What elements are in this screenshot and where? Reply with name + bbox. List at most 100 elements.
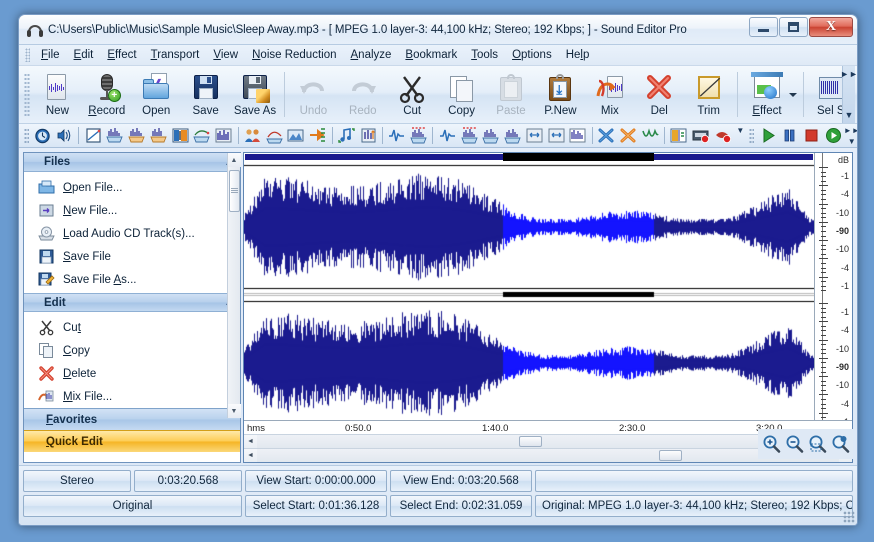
fit-sel-button-2[interactable] xyxy=(546,126,566,146)
toolbar-effect-button[interactable]: Effect xyxy=(742,66,791,123)
pitch-button[interactable] xyxy=(358,126,378,146)
menu-noise-reduction[interactable]: Noise Reduction xyxy=(245,47,343,63)
menu-analyze[interactable]: Analyze xyxy=(344,47,399,63)
hscroll-thumb-1[interactable] xyxy=(518,436,542,447)
envelope-button[interactable] xyxy=(192,126,212,146)
play-circle-button[interactable] xyxy=(823,126,843,146)
sidebar-item-load-cd[interactable]: Load Audio CD Track(s)... xyxy=(24,222,240,245)
menu-effect[interactable]: Effect xyxy=(100,47,143,63)
menu-transport[interactable]: Transport xyxy=(144,47,207,63)
toolbar-trim-button[interactable]: Trim xyxy=(684,66,733,123)
sidebar-item-save-file[interactable]: Save File xyxy=(24,245,240,268)
lips-stop-button[interactable] xyxy=(712,126,732,146)
menu-edit[interactable]: Edit xyxy=(67,47,101,63)
toolbar-record-button[interactable]: + Record xyxy=(82,66,131,123)
graph-button[interactable] xyxy=(83,126,103,146)
sidebar-item-delete[interactable]: Delete xyxy=(24,362,240,385)
panel-header-files[interactable]: Files ▲ xyxy=(24,153,240,172)
menu-options[interactable]: Options xyxy=(505,47,559,63)
spectrum-button[interactable] xyxy=(214,126,234,146)
split-button[interactable] xyxy=(669,126,689,146)
menu-tools[interactable]: Tools xyxy=(464,47,505,63)
wave-green-button[interactable] xyxy=(640,126,660,146)
cassette-stop-button[interactable] xyxy=(691,126,711,146)
hscroll-thumb-2[interactable] xyxy=(658,450,682,461)
secondary-toolbar-grip[interactable] xyxy=(24,127,29,144)
stats-button-3[interactable] xyxy=(503,126,523,146)
toolbar-new-button[interactable]: New xyxy=(33,66,82,123)
toolbar-paste-button[interactable]: Paste xyxy=(486,66,535,123)
fit-sel-button-1[interactable] xyxy=(524,126,544,146)
toolbar-overflow-button[interactable]: ►► ▼ xyxy=(840,66,857,123)
convert-button[interactable] xyxy=(308,126,328,146)
toolbar-del-button[interactable]: Del xyxy=(635,66,684,123)
resize-grip-icon[interactable] xyxy=(843,511,855,523)
menu-grip[interactable] xyxy=(25,48,30,62)
menu-view[interactable]: View xyxy=(206,47,245,63)
zoom-full-button[interactable] xyxy=(830,434,851,455)
zoom-out-button[interactable] xyxy=(784,434,805,455)
toolbar-redo-button[interactable]: Redo xyxy=(338,66,387,123)
stats-red-button[interactable] xyxy=(459,126,479,146)
sidebar-item-cut[interactable]: Cut xyxy=(24,316,240,339)
scroll-left-arrow-icon-2[interactable]: ◄ xyxy=(244,449,257,462)
toolbar-copy-button[interactable]: Copy xyxy=(437,66,486,123)
stats-button-2[interactable] xyxy=(481,126,501,146)
stats-button-1[interactable] xyxy=(409,126,429,146)
close-button[interactable]: X xyxy=(809,17,853,37)
users-button[interactable] xyxy=(242,126,262,146)
save-wave-button[interactable] xyxy=(127,126,147,146)
toolbar-save-as-button[interactable]: Save As xyxy=(230,66,279,123)
toolbar-cut-button[interactable]: Cut xyxy=(387,66,436,123)
picture-button[interactable] xyxy=(286,126,306,146)
menu-file[interactable]: File xyxy=(34,47,67,63)
tools-blue-button[interactable] xyxy=(597,126,617,146)
toolbar-mix-button[interactable]: Mix xyxy=(585,66,634,123)
sidebar-item-open-file[interactable]: Open File... xyxy=(24,176,240,199)
sidebar-bar-quick-edit[interactable]: Quick Edit xyxy=(24,430,240,452)
sidebar-scrollbar[interactable]: ▲ ▼ xyxy=(227,153,241,418)
hscroll-track-2[interactable] xyxy=(257,449,839,462)
toolbar-grip[interactable] xyxy=(24,72,30,117)
toolbar-paste-new-button[interactable]: ⤓ P.New xyxy=(536,66,585,123)
overview-bar[interactable] xyxy=(244,153,814,161)
maximize-button[interactable] xyxy=(779,17,808,37)
toolbar-undo-button[interactable]: Undo xyxy=(289,66,338,123)
menu-bookmark[interactable]: Bookmark xyxy=(398,47,464,63)
timer-button[interactable] xyxy=(33,126,53,146)
pause-button[interactable] xyxy=(780,126,800,146)
sidebar-item-new-file[interactable]: New File... xyxy=(24,199,240,222)
scroll-down-arrow-icon[interactable]: ▼ xyxy=(227,404,241,418)
zoom-in-button[interactable] xyxy=(761,434,782,455)
tools-orange-button[interactable] xyxy=(618,126,638,146)
panel-header-edit[interactable]: Edit ▲ xyxy=(24,293,240,312)
scroll-left-arrow-icon[interactable]: ◄ xyxy=(244,435,257,448)
save-as-wave-button[interactable] xyxy=(148,126,168,146)
curve-button[interactable] xyxy=(264,126,284,146)
volume-wave-button[interactable] xyxy=(54,126,74,146)
level-meter-button[interactable] xyxy=(170,126,190,146)
pulse-button-2[interactable] xyxy=(437,126,457,146)
load-wave-button[interactable] xyxy=(105,126,125,146)
waveform-display[interactable]: dB-1-4-10-90-10-4-1-1-4-10-90-10-4-1 xyxy=(244,153,852,428)
toolbar-save-button[interactable]: Save xyxy=(181,66,230,123)
effect-dropdown-arrow-icon[interactable] xyxy=(788,92,797,97)
note-resize-button[interactable] xyxy=(336,126,356,146)
scroll-up-arrow-icon[interactable]: ▲ xyxy=(227,153,241,167)
scrollbar-thumb[interactable] xyxy=(228,170,240,212)
waveform-canvas[interactable] xyxy=(244,153,814,420)
transport-grip[interactable] xyxy=(749,127,755,144)
small-toolbar-overflow-button[interactable]: ▼ xyxy=(735,126,745,146)
menu-help[interactable]: Help xyxy=(559,47,597,63)
zoom-selection-button[interactable] xyxy=(807,434,828,455)
spectro-button[interactable] xyxy=(568,126,588,146)
transport-overflow-button[interactable]: ►► ▼ xyxy=(844,126,857,146)
toolbar-open-button[interactable]: ❰ Open xyxy=(132,66,181,123)
sidebar-item-save-file-as[interactable]: Save File As... xyxy=(24,268,240,291)
hscroll-track-1[interactable] xyxy=(257,435,839,448)
stop-button[interactable] xyxy=(802,126,822,146)
minimize-button[interactable] xyxy=(749,17,778,37)
sidebar-bar-favorites[interactable]: Favorites xyxy=(24,408,240,430)
pulse-button-1[interactable] xyxy=(387,126,407,146)
sidebar-item-copy[interactable]: Copy xyxy=(24,339,240,362)
